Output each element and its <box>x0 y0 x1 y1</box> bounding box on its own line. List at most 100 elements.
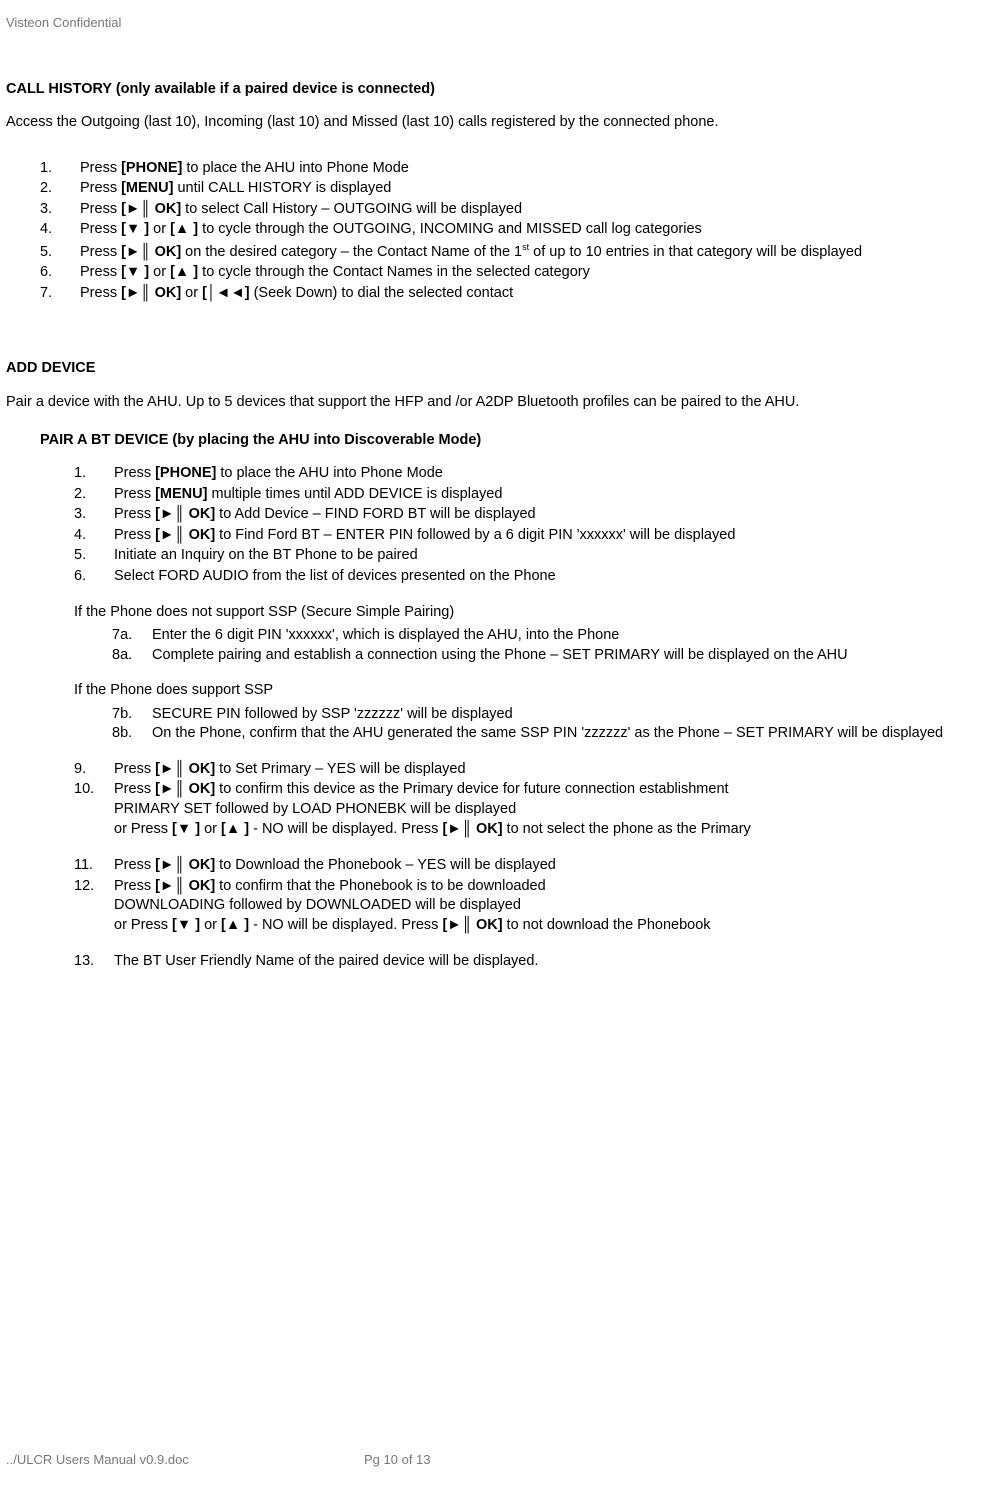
list-number: 6. <box>40 263 80 283</box>
button-ref: [▲ ] <box>221 917 249 933</box>
list-item: Press [MENU] until CALL HISTORY is displ… <box>80 179 985 199</box>
list-item: Press [►║ OK] to Set Primary – YES will … <box>114 760 985 780</box>
content: CALL HISTORY (only available if a paired… <box>6 80 985 972</box>
text: to Set Primary – YES will be displayed <box>215 761 465 777</box>
list-item: Press [►║ OK] on the desired category – … <box>80 241 985 262</box>
list-number: 5. <box>40 243 80 263</box>
page: Visteon Confidential CALL HISTORY (only … <box>0 0 991 1497</box>
button-ref: [►║ OK] <box>121 201 181 217</box>
pair-bt-device-subtitle: PAIR A BT DEVICE (by placing the AHU int… <box>40 431 985 451</box>
text: multiple times until ADD DEVICE is displ… <box>207 486 502 502</box>
pair-steps-continued-2: 11. Press [►║ OK] to Download the Phoneb… <box>74 856 985 935</box>
list-item: The BT User Friendly Name of the paired … <box>114 952 985 972</box>
list-item: Press [PHONE] to place the AHU into Phon… <box>80 159 985 179</box>
text: Press <box>80 285 121 301</box>
list-item: Select FORD AUDIO from the list of devic… <box>114 567 985 587</box>
list-item: Press [PHONE] to place the AHU into Phon… <box>114 464 985 484</box>
text: to confirm that the Phonebook is to be d… <box>215 878 546 894</box>
list-item: Complete pairing and establish a connect… <box>152 646 985 666</box>
button-ref: [►║ OK] <box>155 527 215 543</box>
list-number: 8b. <box>112 724 152 744</box>
list-number: 11. <box>74 856 114 876</box>
list-number: 8a. <box>112 646 152 666</box>
list-item-line2: PRIMARY SET followed by LOAD PHONEBK wil… <box>114 800 985 820</box>
text: - NO will be displayed. Press <box>249 821 442 837</box>
text: on the desired category – the Contact Na… <box>181 244 522 260</box>
text: or Press <box>114 917 172 933</box>
add-device-intro: Pair a device with the AHU. Up to 5 devi… <box>6 393 985 413</box>
confidential-header: Visteon Confidential <box>6 14 991 32</box>
list-item-line3: or Press [▼ ] or [▲ ] - NO will be displ… <box>114 820 985 840</box>
text: to Find Ford BT – ENTER PIN followed by … <box>215 527 735 543</box>
text: to Download the Phonebook – YES will be … <box>215 857 556 873</box>
text: Press <box>114 781 155 797</box>
text: or <box>149 221 170 237</box>
text: to place the AHU into Phone Mode <box>216 465 443 481</box>
text: until CALL HISTORY is displayed <box>173 180 391 196</box>
button-ref: [►║ OK] <box>442 917 502 933</box>
text: Press <box>80 264 121 280</box>
footer-page: Pg 10 of 13 <box>364 1451 431 1469</box>
list-item: Press [▼ ] or [▲ ] to cycle through the … <box>80 220 985 240</box>
button-ref: [►║ OK] <box>155 761 215 777</box>
list-item: SECURE PIN followed by SSP 'zzzzzz' will… <box>152 705 985 725</box>
text: Press <box>114 486 155 502</box>
list-number: 7b. <box>112 705 152 725</box>
list-item: Press [►║ OK] to confirm this device as … <box>114 780 985 800</box>
text: to confirm this device as the Primary de… <box>215 781 728 797</box>
list-number: 2. <box>74 485 114 505</box>
text: to select Call History – OUTGOING will b… <box>181 201 522 217</box>
button-ref: [▲ ] <box>221 821 249 837</box>
text: to cycle through the Contact Names in th… <box>198 264 590 280</box>
section-call-history-title: CALL HISTORY (only available if a paired… <box>6 80 985 100</box>
button-ref: [►║ OK] <box>121 244 181 260</box>
button-ref: [│◄◄] <box>202 285 249 301</box>
button-ref: [MENU] <box>121 180 173 196</box>
call-history-steps: 1. Press [PHONE] to place the AHU into P… <box>40 159 985 304</box>
call-history-intro: Access the Outgoing (last 10), Incoming … <box>6 113 985 133</box>
list-item: Press [►║ OK] to Find Ford BT – ENTER PI… <box>114 526 985 546</box>
button-ref: [PHONE] <box>121 160 182 176</box>
footer-path: ../ULCR Users Manual v0.9.doc <box>6 1452 189 1467</box>
pair-steps-final: 13. The BT User Friendly Name of the pai… <box>74 952 985 972</box>
list-item: Press [►║ OK] to select Call History – O… <box>80 200 985 220</box>
ssp-condition: If the Phone does support SSP <box>74 681 985 701</box>
pair-steps-continued: 9. Press [►║ OK] to Set Primary – YES wi… <box>74 760 985 839</box>
button-ref: [▼ ] <box>172 821 200 837</box>
text: to not select the phone as the Primary <box>503 821 751 837</box>
text: or <box>181 285 202 301</box>
list-number: 7a. <box>112 626 152 646</box>
button-ref: [PHONE] <box>155 465 216 481</box>
text: to not download the Phonebook <box>503 917 711 933</box>
list-item: On the Phone, confirm that the AHU gener… <box>152 724 985 744</box>
text: Press <box>114 506 155 522</box>
list-number: 2. <box>40 179 80 199</box>
list-item-line3: or Press [▼ ] or [▲ ] - NO will be displ… <box>114 916 985 936</box>
list-item: Press [►║ OK] to confirm that the Phoneb… <box>114 877 985 897</box>
list-item: Initiate an Inquiry on the BT Phone to b… <box>114 546 985 566</box>
text: to Add Device – FIND FORD BT will be dis… <box>215 506 535 522</box>
button-ref: [▲ ] <box>170 221 198 237</box>
text: Press <box>80 180 121 196</box>
list-number: 3. <box>40 200 80 220</box>
pair-steps: 1. Press [PHONE] to place the AHU into P… <box>74 464 985 586</box>
list-item: Press [►║ OK] to Add Device – FIND FORD … <box>114 505 985 525</box>
no-ssp-condition: If the Phone does not support SSP (Secur… <box>74 603 985 623</box>
text: of up to 10 entries in that category wil… <box>529 244 862 260</box>
list-item-line2: DOWNLOADING followed by DOWNLOADED will … <box>114 896 985 916</box>
button-ref: [MENU] <box>155 486 207 502</box>
list-number: 4. <box>40 220 80 240</box>
button-ref: [►║ OK] <box>155 857 215 873</box>
list-number: 3. <box>74 505 114 525</box>
list-number: 7. <box>40 284 80 304</box>
list-number: 9. <box>74 760 114 780</box>
button-ref: [►║ OK] <box>155 506 215 522</box>
list-number: 1. <box>40 159 80 179</box>
text: Press <box>80 201 121 217</box>
text: to place the AHU into Phone Mode <box>182 160 409 176</box>
text: Press <box>80 160 121 176</box>
text: or <box>200 821 221 837</box>
list-number: 13. <box>74 952 114 972</box>
text: or Press <box>114 821 172 837</box>
button-ref: [►║ OK] <box>155 781 215 797</box>
